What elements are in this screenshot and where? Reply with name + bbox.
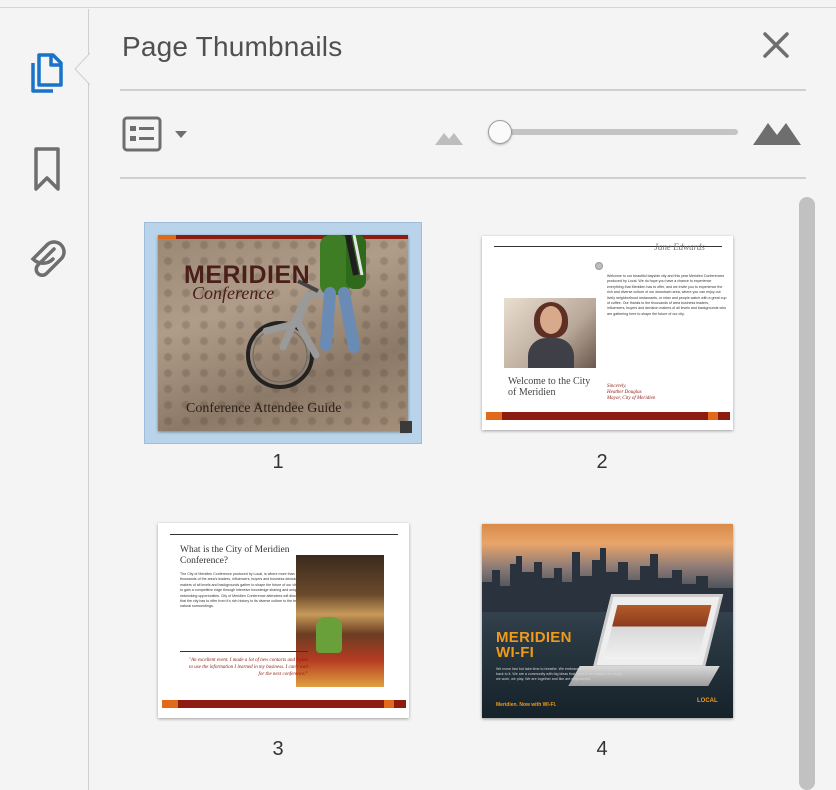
page-thumbnail-1[interactable]: MERIDIEN Conference Conference Attendee … [158, 235, 408, 431]
page-number-2: 2 [596, 451, 608, 473]
toolbar-divider [120, 177, 806, 179]
welcome-heading: Welcome to the City of Meridien [508, 376, 590, 398]
thumbnails-app: Page Thumbnails MERIDIEN Conference Conf… [0, 0, 836, 790]
mayor-face [540, 306, 562, 334]
bookmarks-button[interactable] [20, 143, 72, 195]
mayor-signoff: Sincerely, Heather Douglas Mayor, City o… [607, 384, 655, 402]
thumbnail-corner-marker [400, 421, 412, 433]
quote-rule [180, 651, 308, 652]
page-thumbnail-2[interactable]: Jane Edwards Welcome to the City of Meri… [482, 236, 733, 430]
top-border [0, 0, 836, 8]
page-thumbnail-4[interactable]: MERIDIEN WI-FI We move fast but take tim… [482, 524, 733, 718]
close-icon [763, 32, 789, 58]
options-list-icon [122, 116, 162, 152]
page-thumbnail-3[interactable]: What is the City of Meridien Conference?… [158, 523, 409, 718]
header-divider [120, 89, 806, 91]
mountain-large-icon[interactable] [753, 117, 801, 145]
paperclip-icon [30, 240, 66, 277]
attachments-button[interactable] [20, 231, 72, 283]
vertical-scrollbar[interactable] [792, 189, 820, 790]
copy-pages-icon [31, 53, 63, 93]
market-person [316, 617, 342, 653]
page-footer-bar [486, 412, 730, 420]
mountain-small-icon[interactable] [435, 127, 463, 145]
welcome-line-1: Welcome to the City [508, 376, 591, 387]
wifi-footer: Meridien. Now with WI-FI. [496, 702, 557, 708]
bookmark-icon [34, 147, 60, 191]
panel-title: Page Thumbnails [122, 31, 343, 62]
wifi-title-line-2: WI-FI [496, 644, 535, 661]
page-thumbnails-button[interactable] [20, 47, 72, 99]
laptop-screen [592, 594, 724, 668]
market-photo [296, 555, 384, 687]
welcome-body: Welcome to our beautiful bayside city an… [607, 274, 727, 316]
page-number-4: 4 [596, 738, 608, 760]
welcome-line-2: of Meridien [508, 387, 556, 398]
page-heading: What is the City of Meridien Conference? [180, 545, 290, 566]
local-brand: LOCAL [697, 698, 718, 704]
wifi-body: We move fast but take time to breathe. W… [496, 667, 624, 681]
signature: Jane Edwards [654, 242, 705, 252]
thumbnail-size-slider-handle[interactable] [488, 120, 512, 144]
sidebar-rail [0, 9, 89, 790]
wifi-title-line-1: MERIDIEN [496, 629, 572, 646]
mayor-title: Mayor, City of Meridien [607, 396, 656, 401]
mayor-photo [504, 298, 596, 368]
scrollbar-thumb[interactable] [799, 197, 815, 790]
cover-caption: Conference Attendee Guide [186, 401, 342, 416]
thumbnail-size-slider-track[interactable] [492, 129, 738, 135]
page-footer-bar [162, 700, 406, 708]
page-number-1: 1 [272, 451, 284, 473]
close-button[interactable] [760, 29, 792, 61]
attendee-quote: "An excellent event. I made a lot of new… [188, 658, 308, 677]
chevron-down-icon [175, 131, 187, 138]
page-dot [595, 262, 603, 270]
laptop-webpage [604, 605, 712, 659]
page-rule [170, 534, 398, 535]
page-body: The City of Meridien Conference produced… [180, 572, 308, 609]
mayor-body [528, 338, 574, 368]
page-number-3: 3 [272, 738, 284, 760]
cover-brand-sub: Conference [192, 283, 275, 303]
thumbnail-options-dropdown[interactable] [122, 114, 192, 154]
